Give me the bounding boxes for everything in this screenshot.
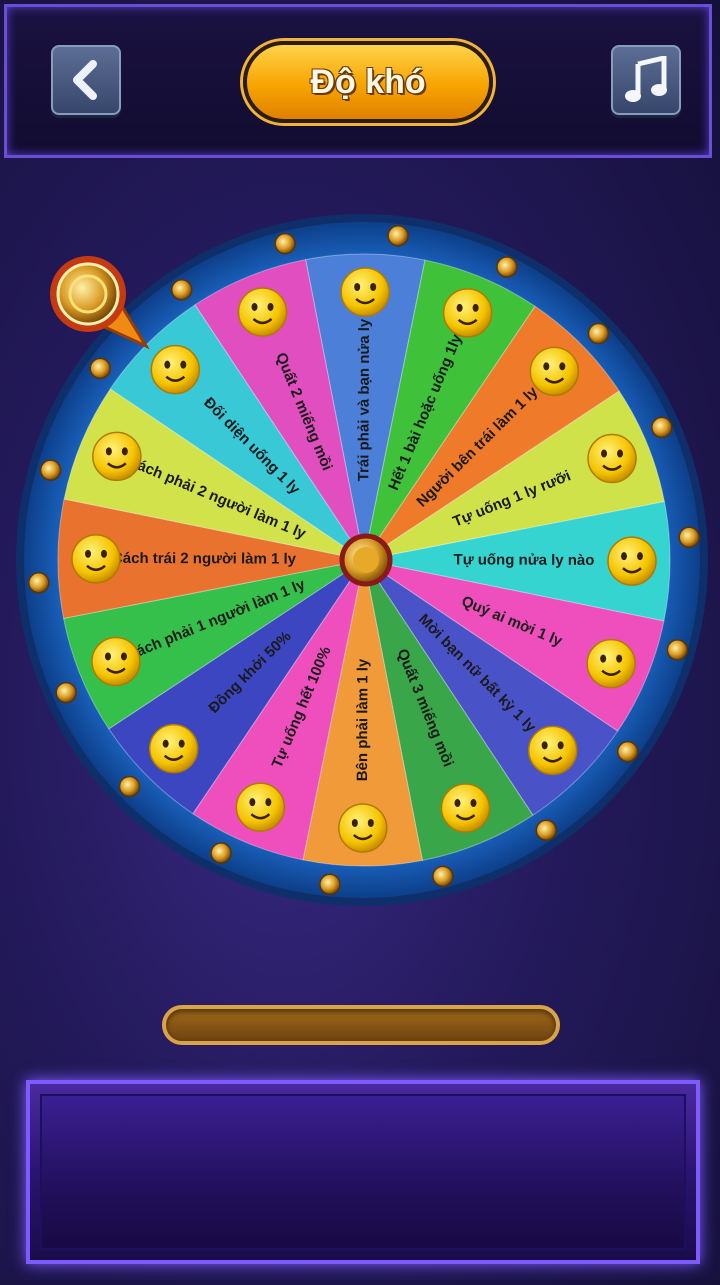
result-panel-inner [40,1094,686,1250]
wheel-segment-label: Trái phải và bạn nửa ly [355,318,373,481]
smiley-face-icon [338,803,388,853]
smiley-face-icon [607,536,657,586]
rim-bolt [387,225,409,247]
rim-bolt [616,740,639,763]
wheel-segment-label: Bên phải làm 1 ly [354,658,372,781]
rim-bolt [678,526,700,549]
smiley-face-icon [340,267,390,317]
rim-bolt [55,681,77,704]
rim-bolt [535,819,558,842]
smiley-face-icon [237,287,288,337]
rim-bolt [170,278,193,301]
smiley-face-icon [586,638,636,689]
smiley-face-icon [527,725,578,776]
rim-bolt [210,842,232,864]
rim-bolt [319,873,341,895]
rim-bolt [432,865,454,888]
rim-bolt [587,322,610,345]
smiley-face-icon [587,433,637,484]
rim-bolt [496,256,518,278]
rim-bolt [89,357,112,380]
wheel-segment-label: Tự uống nửa ly nào [454,551,595,569]
smiley-face-icon [91,636,141,687]
smiley-face-icon [150,344,201,395]
result-panel [26,1080,700,1264]
smiley-face-icon [442,288,493,338]
wheel-segment-label: Cách trái 2 người làm 1 ly [112,550,297,568]
rim-bolt [274,232,296,255]
smiley-face-icon [529,346,580,397]
smiley-face-icon [440,783,491,833]
smiley-face-icon [71,534,121,584]
smiley-face-icon [92,431,142,482]
spin-progress-bar [162,1005,560,1045]
wheel-hub-center [353,547,379,573]
rim-bolt [39,459,62,481]
rim-bolt [28,571,50,594]
smiley-face-icon [148,723,199,774]
rim-bolt [118,775,141,798]
rim-bolt [666,639,689,661]
smiley-face-icon [235,782,286,832]
rim-bolt [651,416,673,439]
gold-coin-pointer-icon [50,256,150,350]
